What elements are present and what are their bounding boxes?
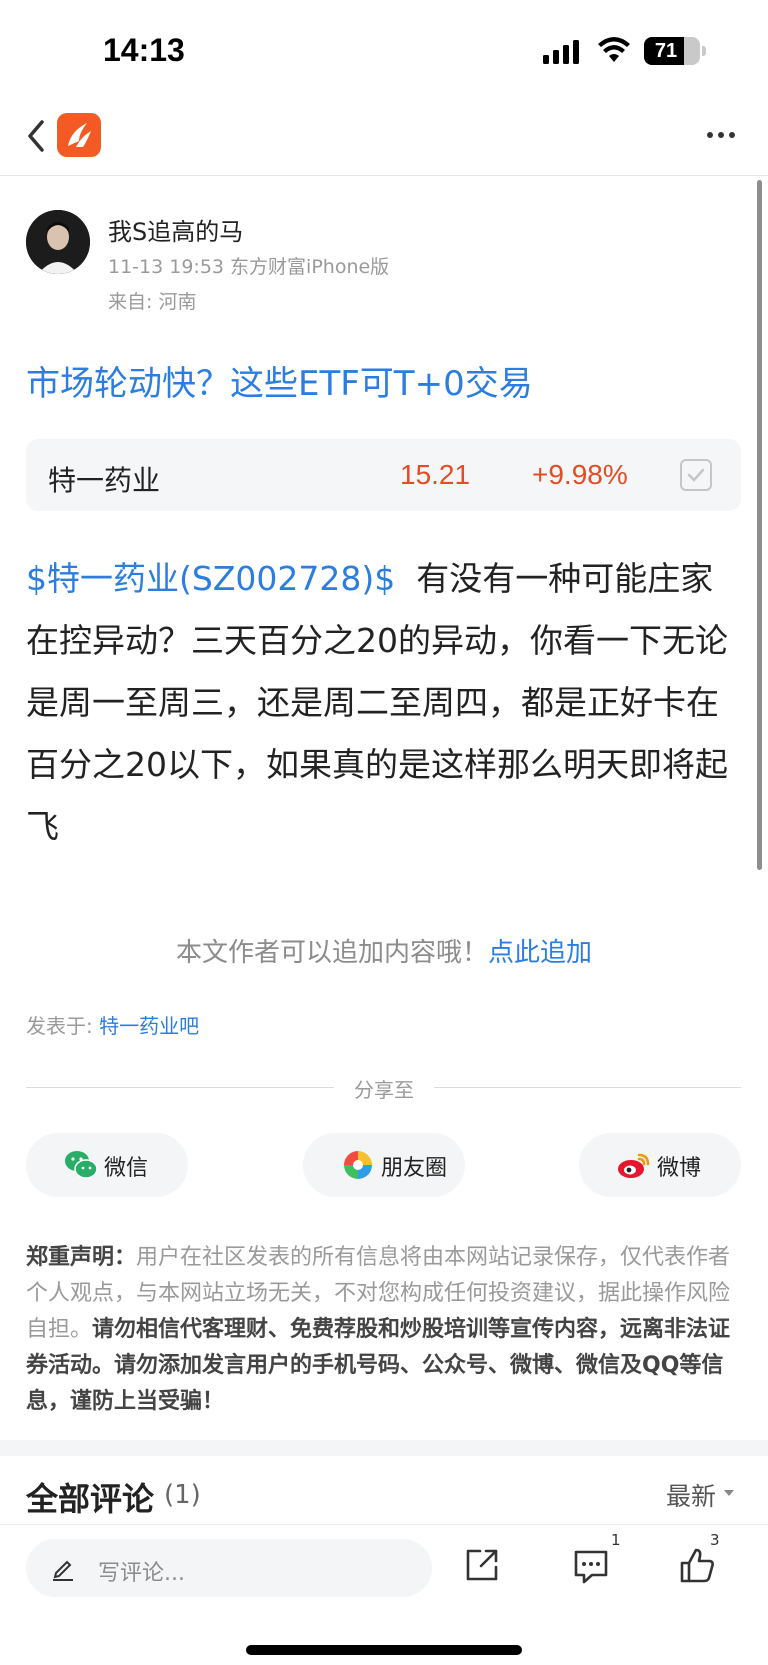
stock-change: +9.98% [532, 459, 628, 490]
share-weibo-label: 微博 [657, 1156, 702, 1181]
section-divider [0, 1440, 768, 1456]
comments-title: 全部评论 [26, 1480, 155, 1518]
pen-icon [53, 1560, 73, 1581]
comment-input[interactable]: 写评论... [26, 1539, 432, 1597]
sort-dropdown[interactable]: 最新 [666, 1477, 716, 1513]
weibo-icon [618, 1153, 650, 1178]
status-bar: 14:13 71 [0, 0, 768, 100]
add-watchlist-checkbox[interactable] [680, 459, 712, 491]
stock-card[interactable]: 特一药业 15.21 +9.98% [26, 439, 741, 511]
more-horizontal-icon[interactable] [706, 130, 736, 140]
check-icon [687, 468, 705, 482]
nav-bar [0, 100, 768, 176]
append-link[interactable]: 点此追加 [488, 938, 592, 968]
home-indicator [246, 1645, 522, 1655]
stock-link[interactable]: $特一药业(SZ002728)$ [26, 559, 395, 598]
battery-percent: 71 [654, 40, 678, 62]
thumbs-up-icon[interactable] [678, 1545, 716, 1585]
share-external-icon[interactable] [464, 1547, 500, 1583]
comments-count: (1) [164, 1480, 201, 1510]
wifi-icon [598, 37, 630, 62]
post-body: $特一药业(SZ002728)$ 有没有一种可能庄家在控异动？三天百分之20的异… [26, 548, 741, 858]
wechat-icon [65, 1151, 98, 1179]
post-body-text: 有没有一种可能庄家在控异动？三天百分之20的异动，你看一下无论是周一至周三，还是… [26, 559, 728, 846]
share-weibo-button[interactable]: 微博 [579, 1133, 741, 1197]
stock-price: 15.21 [400, 459, 471, 490]
battery-nub [702, 46, 706, 56]
stock-bar-link[interactable]: 特一药业吧 [99, 1014, 199, 1038]
divider [26, 1087, 334, 1088]
post-title[interactable]: 市场轮动快？这些ETF可T+0交易 [26, 356, 533, 405]
share-wechat-button[interactable]: 微信 [26, 1133, 188, 1197]
divider [434, 1087, 741, 1088]
comment-count-badge: 1 [611, 1531, 621, 1549]
disclaimer-heading: 郑重声明： [26, 1245, 137, 1270]
caret-down-icon[interactable] [722, 1486, 736, 1500]
posted-in-label: 发表于: [26, 1014, 100, 1038]
disclaimer: 郑重声明：用户在社区发表的所有信息将由本网站记录保存，仅代表作者个人观点，与本网… [26, 1240, 741, 1420]
comment-bubble-icon[interactable] [572, 1547, 610, 1585]
posted-in: 发表于: 特一药业吧 [26, 1010, 199, 1039]
battery-indicator: 71 [644, 37, 700, 65]
scrollbar[interactable] [757, 180, 762, 870]
status-time: 14:13 [103, 32, 185, 68]
disclaimer-warning: 请勿相信代客理财、免费荐股和炒股培训等宣传内容，远离非法证券活动。请勿添加发言用… [26, 1317, 731, 1414]
eastmoney-logo-icon[interactable] [57, 113, 101, 157]
append-text: 本文作者可以追加内容哦！ [175, 938, 488, 968]
avatar[interactable] [26, 210, 90, 274]
post-meta: 11-13 19:53 东方财富iPhone版 [108, 256, 390, 278]
post-location: 来自: 河南 [108, 291, 197, 313]
share-moments-label: 朋友圈 [381, 1156, 448, 1181]
bottom-action-bar: 写评论... 1 3 [0, 1524, 768, 1665]
share-wechat-label: 微信 [104, 1156, 149, 1181]
comment-placeholder: 写评论... [98, 1561, 185, 1586]
like-count-badge: 3 [710, 1531, 720, 1549]
append-content-prompt: 本文作者可以追加内容哦！点此追加 [0, 932, 768, 969]
share-label: 分享至 [354, 1078, 414, 1102]
moments-icon [344, 1151, 372, 1179]
share-moments-button[interactable]: 朋友圈 [303, 1133, 465, 1197]
cellular-signal-icon [543, 40, 579, 64]
author-name[interactable]: 我S追高的马 [108, 212, 243, 247]
stock-name: 特一药业 [48, 464, 161, 497]
chevron-left-icon[interactable] [22, 116, 50, 156]
